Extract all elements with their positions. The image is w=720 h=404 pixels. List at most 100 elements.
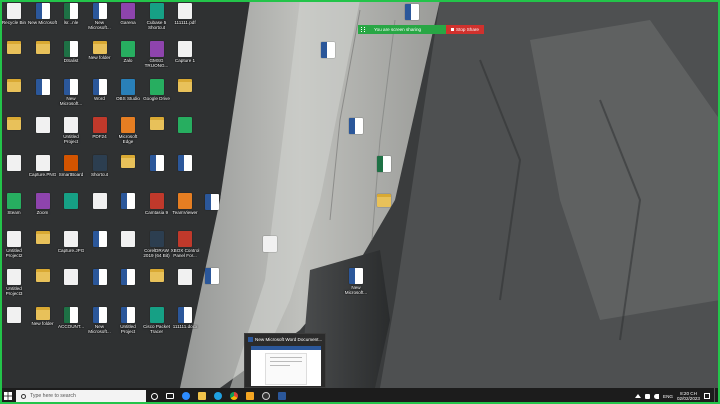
desktop-icon[interactable]: Microsoft Edge	[115, 117, 141, 153]
desktop-icon[interactable]	[30, 269, 56, 305]
file-icon	[64, 269, 78, 285]
desktop-icon[interactable]	[58, 193, 84, 229]
desktop-icon[interactable]: TeamViewer	[172, 193, 198, 229]
desktop-icon-new-word[interactable]: New Microsoft...	[343, 268, 369, 304]
desktop-icon[interactable]: Cubase 5 Shortcut	[144, 3, 170, 39]
desktop-icon[interactable]: Untitled Project3	[1, 269, 27, 305]
desktop-icon[interactable]: XBOX Control Panel For...	[171, 231, 199, 267]
preview-thumbnail[interactable]	[251, 346, 321, 386]
desktop-icon[interactable]: PDF24	[87, 117, 113, 153]
desktop-icon[interactable]: New folder	[30, 307, 56, 343]
desktop-icon[interactable]: Capture.PNG	[29, 155, 56, 191]
drag-handle-icon[interactable]	[361, 27, 365, 32]
desktop-icon[interactable]: Cisco Packet Tracer	[143, 307, 170, 343]
desktop-icon-word-doc-2[interactable]	[315, 42, 341, 78]
desktop-icon[interactable]	[115, 231, 141, 267]
file-icon	[7, 269, 21, 285]
desktop-icon[interactable]: Steam	[1, 193, 27, 229]
taskbar-search-box[interactable]: Type here to search	[16, 389, 146, 403]
desktop-icon[interactable]	[144, 269, 170, 305]
desktop-icon[interactable]: SmartBoard	[58, 155, 84, 191]
desktop-icon[interactable]	[87, 193, 113, 229]
desktop-icon[interactable]: Capture.JPG	[58, 231, 84, 267]
store-icon	[246, 392, 254, 400]
desktop-icon[interactable]: New Microsoft...	[58, 79, 84, 115]
desktop-icon[interactable]: Capture 1	[172, 41, 198, 77]
desktop-icon-word-doc-4[interactable]	[199, 194, 225, 230]
desktop-icon[interactable]	[1, 155, 27, 191]
desktop-icon[interactable]	[172, 269, 198, 305]
desktop-icon[interactable]: 111111.pdf	[172, 3, 198, 39]
desktop-icon[interactable]: Zoom	[30, 193, 56, 229]
taskbar-app-obs[interactable]	[258, 388, 274, 404]
desktop-icon[interactable]	[87, 269, 113, 305]
desktop-icon[interactable]	[1, 79, 27, 115]
show-hidden-icons-icon[interactable]	[635, 394, 642, 398]
desktop-icon[interactable]: Word	[87, 79, 113, 115]
taskbar-app-store[interactable]	[242, 388, 258, 404]
desktop-icon-word-doc-5[interactable]	[199, 268, 225, 304]
volume-icon[interactable]	[654, 393, 660, 399]
desktop-icon[interactable]	[1, 41, 27, 77]
taskbar-app-word[interactable]	[274, 388, 290, 404]
taskbar-window-preview[interactable]: New Microsoft Word Document...	[244, 333, 326, 388]
desktop-icon[interactable]	[144, 117, 170, 153]
sharing-status[interactable]: You are screen sharing	[358, 25, 446, 34]
desktop-icon[interactable]	[172, 117, 198, 153]
desktop-icon-word-doc-top[interactable]	[399, 4, 425, 40]
desktop-icon[interactable]	[87, 231, 113, 267]
desktop-icon-zip[interactable]	[371, 194, 397, 230]
show-desktop-button[interactable]	[714, 388, 716, 404]
taskbar-app-explorer[interactable]	[194, 388, 210, 404]
taskbar-app-zoom[interactable]	[178, 388, 194, 404]
desktop-icon[interactable]	[30, 41, 56, 77]
desktop-icon-excel-doc[interactable]	[371, 156, 397, 192]
desktop-icon[interactable]	[172, 155, 198, 191]
desktop-icon[interactable]	[115, 269, 141, 305]
desktop-icon-label: PDF24	[92, 134, 107, 139]
network-icon[interactable]	[645, 393, 651, 399]
desktop-icon[interactable]: New Microsoft...	[87, 307, 113, 343]
desktop-icon[interactable]: Recycle Bin	[1, 3, 27, 39]
desktop-icon[interactable]: DSalist	[58, 41, 84, 77]
desktop-icon[interactable]	[115, 193, 141, 229]
desktop-icon[interactable]	[30, 117, 56, 153]
desktop-icon[interactable]: New folder	[87, 41, 113, 77]
desktop-icon[interactable]: New Microsoft...	[87, 3, 113, 39]
start-button[interactable]	[0, 388, 16, 404]
desktop-icon[interactable]: New Microsoft	[28, 3, 57, 39]
desktop-icon[interactable]: Garena	[115, 3, 141, 39]
app-shortcut-icon	[7, 193, 21, 209]
desktop-icon[interactable]	[172, 79, 198, 115]
desktop-icon[interactable]	[58, 269, 84, 305]
desktop-icon[interactable]: GMSG TRUONG...	[144, 41, 170, 77]
desktop-icon[interactable]	[1, 117, 27, 153]
desktop-icon[interactable]: Shortcut	[87, 155, 113, 191]
stop-share-button[interactable]: Stop Share	[446, 25, 484, 34]
language-indicator[interactable]: ENG	[663, 394, 673, 399]
desktop-icon[interactable]: Untitled Project	[115, 307, 141, 343]
desktop-icon[interactable]: Untitled Project	[58, 117, 84, 153]
desktop-icon[interactable]: ACCOUNT...	[58, 307, 84, 343]
desktop-icon[interactable]: Camtasia 9	[144, 193, 170, 229]
desktop-icon[interactable]: CorelDRAW 2019 (64 Bit)	[143, 231, 170, 267]
desktop-icon[interactable]	[30, 79, 56, 115]
task-view-button[interactable]	[162, 388, 178, 404]
desktop-icon[interactable]: 111111.docx	[172, 307, 198, 343]
desktop-icon[interactable]: Untitled Project2	[1, 231, 27, 267]
cortana-button[interactable]	[146, 388, 162, 404]
desktop-icon[interactable]: lsr...nle	[58, 3, 84, 39]
desktop-icon[interactable]: Zalo	[115, 41, 141, 77]
taskbar-clock[interactable]: 8:20 CH 02/02/2023	[677, 391, 700, 401]
desktop-icon-image[interactable]	[257, 236, 283, 272]
desktop-icon[interactable]	[115, 155, 141, 191]
desktop-icon[interactable]	[144, 155, 170, 191]
notification-icon[interactable]	[704, 393, 710, 399]
desktop-icon-word-doc-3[interactable]	[343, 118, 369, 154]
taskbar-app-edge[interactable]	[210, 388, 226, 404]
desktop-icon[interactable]	[30, 231, 56, 267]
desktop-icon[interactable]: Google Drive	[143, 79, 170, 115]
desktop-icon[interactable]	[1, 307, 27, 343]
desktop-icon[interactable]: OBS Studio	[115, 79, 141, 115]
taskbar-app-chrome[interactable]	[226, 388, 242, 404]
